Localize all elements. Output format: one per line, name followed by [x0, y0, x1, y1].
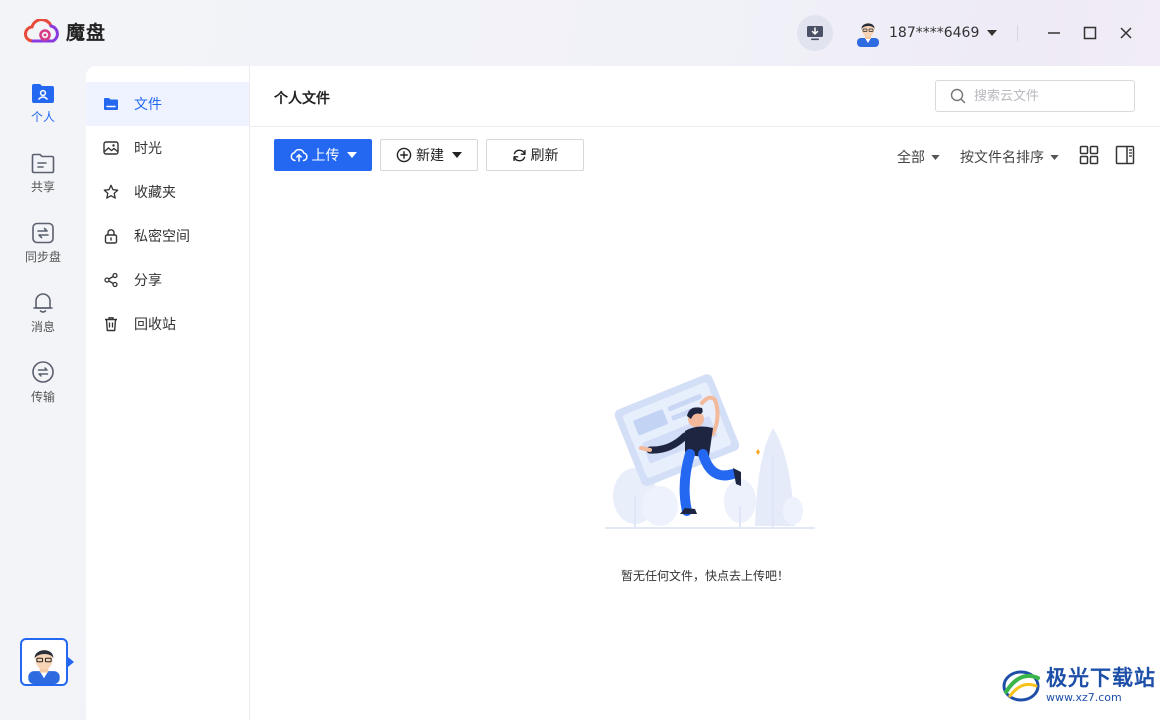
rail-item-shared[interactable]: 共享 — [0, 152, 86, 195]
refresh-icon — [512, 149, 526, 161]
aurora-logo-icon — [1002, 670, 1040, 702]
sort-label: 按文件名排序 — [960, 150, 1044, 166]
close-icon — [1120, 27, 1132, 39]
maximize-icon — [1083, 26, 1097, 40]
new-label: 新建 — [416, 148, 444, 164]
avatar-expand-arrow — [68, 657, 74, 667]
subnav-item-moments[interactable]: 时光 — [86, 126, 249, 170]
search-icon — [950, 88, 966, 104]
cloud-upload-icon — [290, 148, 308, 162]
grid-view-icon — [1079, 145, 1099, 165]
account-avatar-button[interactable] — [20, 638, 68, 686]
app-logo: 魔盘 — [24, 18, 106, 45]
cloud-logo-icon — [24, 18, 59, 42]
search-box[interactable] — [935, 80, 1135, 112]
subnav-item-favorites[interactable]: 收藏夹 — [86, 170, 249, 214]
filter-label: 全部 — [897, 150, 925, 166]
refresh-label: 刷新 — [530, 148, 559, 164]
trash-icon — [105, 317, 117, 332]
user-phone: 187****6469 — [889, 25, 980, 41]
rail-item-transfer[interactable]: 传输 — [0, 360, 86, 405]
folder-icon — [104, 98, 118, 110]
refresh-button[interactable]: 刷新 — [486, 139, 584, 171]
subnav-item-files[interactable]: 文件 — [86, 82, 249, 126]
main-content: 个人文件 上传 新建 刷新 全部 — [250, 66, 1160, 720]
minimize-icon — [1048, 32, 1060, 34]
chevron-down-icon — [987, 30, 998, 36]
sub-nav: 文件 时光 收藏夹 私密空间 分享 回收站 — [86, 66, 250, 720]
upload-button[interactable]: 上传 — [274, 139, 372, 171]
main-nav-rail: 个人 共享 同步盘 消息 传输 — [0, 66, 86, 720]
plus-circle-icon — [396, 147, 412, 163]
share-icon — [104, 272, 118, 288]
empty-state-illustration — [605, 374, 815, 529]
caret-down-icon — [931, 154, 940, 160]
rail-label: 共享 — [30, 180, 55, 194]
watermark-text: 极光下载站 www.xz7.com — [1046, 665, 1156, 704]
title-bar: 魔盘 187****6469 — [0, 0, 1160, 66]
maximize-button[interactable] — [1080, 23, 1100, 43]
lock-icon — [104, 229, 118, 244]
subnav-label: 分享 — [134, 273, 162, 289]
star-icon — [103, 184, 119, 199]
main-header: 个人文件 — [250, 66, 1160, 127]
subnav-label: 收藏夹 — [134, 185, 176, 201]
site-watermark: 极光下载站 www.xz7.com — [1000, 666, 1156, 704]
upload-label: 上传 — [311, 148, 340, 164]
app-name: 魔盘 — [66, 22, 107, 44]
caret-down-icon — [1050, 154, 1059, 160]
filter-dropdown[interactable]: 全部 — [897, 147, 940, 167]
rail-item-personal[interactable]: 个人 — [0, 82, 86, 125]
empty-state-text: 暂无任何文件，快点去上传吧！ — [620, 569, 789, 583]
rail-label: 同步盘 — [24, 250, 61, 264]
user-avatar-icon — [28, 649, 60, 684]
caret-down-icon — [346, 152, 357, 158]
download-tray-icon — [807, 26, 823, 41]
download-tray-button[interactable] — [797, 15, 833, 51]
rail-label: 传输 — [30, 390, 55, 404]
watermark-name: 极光下载站 — [1046, 665, 1156, 690]
titlebar-separator — [1017, 25, 1018, 41]
bell-icon — [33, 293, 53, 313]
minimize-button[interactable] — [1044, 23, 1064, 43]
subnav-item-private-space[interactable]: 私密空间 — [86, 214, 249, 258]
detail-panel-icon — [1115, 145, 1135, 165]
caret-down-icon — [452, 152, 462, 158]
subnav-label: 回收站 — [134, 317, 176, 333]
user-menu[interactable]: 187****6469 — [855, 19, 998, 47]
transfer-icon — [32, 361, 54, 383]
detail-panel-button[interactable] — [1115, 145, 1135, 165]
rail-item-messages[interactable]: 消息 — [0, 290, 86, 335]
subnav-label: 时光 — [134, 141, 162, 157]
photo-icon — [103, 141, 119, 155]
subnav-item-share[interactable]: 分享 — [86, 258, 249, 302]
sync-icon — [32, 222, 54, 244]
subnav-label: 文件 — [134, 97, 162, 113]
close-button[interactable] — [1116, 23, 1136, 43]
search-input[interactable] — [974, 88, 1124, 104]
shared-folder-icon — [31, 153, 55, 174]
subnav-item-recycle-bin[interactable]: 回收站 — [86, 302, 249, 346]
subnav-label: 私密空间 — [134, 229, 190, 245]
new-button[interactable]: 新建 — [380, 139, 478, 171]
sort-dropdown[interactable]: 按文件名排序 — [960, 147, 1059, 167]
grid-view-button[interactable] — [1079, 145, 1099, 165]
watermark-url: www.xz7.com — [1046, 690, 1122, 704]
user-avatar-icon — [857, 23, 879, 47]
rail-label: 消息 — [30, 320, 55, 334]
rail-item-sync[interactable]: 同步盘 — [0, 222, 86, 265]
rail-label: 个人 — [30, 110, 55, 124]
person-icon — [32, 84, 54, 103]
page-title: 个人文件 — [274, 91, 330, 107]
